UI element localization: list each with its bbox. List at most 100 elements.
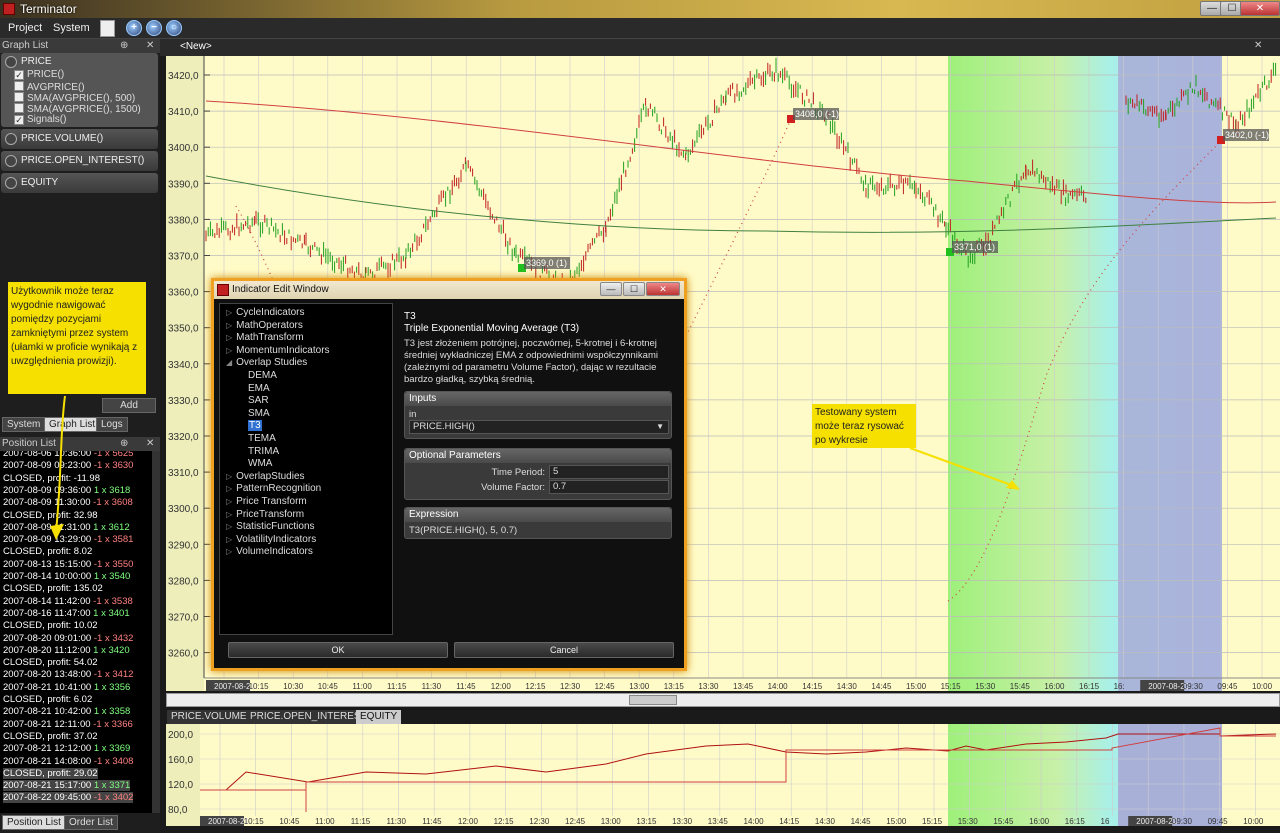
expanded-arrow-icon[interactable]: ◢ bbox=[226, 358, 232, 367]
group-equity[interactable]: EQUITY bbox=[1, 173, 158, 193]
trade-row[interactable]: 2007-08-20 13:48:00 -1 x 3412 bbox=[3, 669, 133, 680]
tree-node[interactable]: ▷ VolumeIndicators bbox=[226, 546, 313, 557]
time-period-field[interactable]: 5 bbox=[549, 465, 669, 479]
tree-node-label: OverlapStudies bbox=[236, 470, 305, 482]
collapsed-arrow-icon[interactable]: ▷ bbox=[226, 484, 232, 493]
tree-node[interactable]: ▷ CycleIndicators bbox=[226, 307, 305, 318]
equity-chart[interactable]: 200,0 160,0 120,0 80,0 2007-08-21 10:15 10:45 1… bbox=[166, 724, 1280, 826]
closed-position-row[interactable]: CLOSED, profit: 54.02 bbox=[3, 657, 98, 668]
tree-node[interactable]: ▷ MomentumIndicators bbox=[226, 345, 330, 356]
expand-icon[interactable] bbox=[5, 177, 17, 189]
collapsed-arrow-icon[interactable]: ▷ bbox=[226, 522, 232, 531]
expand-icon[interactable] bbox=[5, 155, 17, 167]
trade-row[interactable]: 2007-08-14 11:42:00 -1 x 3538 bbox=[3, 596, 133, 607]
tree-node[interactable]: ▷ OverlapStudies bbox=[226, 471, 305, 482]
menu-system[interactable]: System bbox=[53, 22, 90, 34]
collapsed-arrow-icon[interactable]: ▷ bbox=[226, 321, 232, 330]
collapsed-arrow-icon[interactable]: ▷ bbox=[226, 535, 232, 544]
tab-price-volume[interactable]: PRICE.VOLUME() bbox=[167, 710, 258, 724]
tree-node[interactable]: SAR bbox=[248, 395, 269, 406]
collapsed-arrow-icon[interactable]: ▷ bbox=[226, 510, 232, 519]
scrollbar[interactable] bbox=[152, 451, 160, 813]
trade-row[interactable]: 2007-08-21 10:42:00 1 x 3358 bbox=[3, 706, 130, 717]
collapsed-arrow-icon[interactable]: ▷ bbox=[226, 497, 232, 506]
expand-icon[interactable] bbox=[5, 133, 17, 145]
trade-row[interactable]: 2007-08-20 11:12:00 1 x 3420 bbox=[3, 645, 130, 656]
trade-row[interactable]: 2007-08-21 10:41:00 1 x 3356 bbox=[3, 682, 130, 693]
tree-node[interactable]: TRIMA bbox=[248, 446, 279, 457]
volume-factor-field[interactable]: 0.7 bbox=[549, 480, 669, 494]
group-volume[interactable]: PRICE.VOLUME() bbox=[1, 129, 158, 149]
trade-row[interactable]: 2007-08-21 12:12:00 1 x 3369 bbox=[3, 743, 130, 754]
trade-row[interactable]: 2007-08-14 10:00:00 1 x 3540 bbox=[3, 571, 130, 582]
checkbox-icon[interactable] bbox=[14, 103, 24, 113]
pin-icon[interactable]: ⊕ bbox=[120, 437, 128, 451]
close-button[interactable]: ✕ bbox=[1240, 1, 1280, 16]
tree-node[interactable]: ▷ Price Transform bbox=[226, 496, 307, 507]
input-select[interactable]: PRICE.HIGH() ▼ bbox=[409, 420, 669, 434]
tree-node[interactable]: WMA bbox=[248, 458, 272, 469]
cancel-button[interactable]: Cancel bbox=[454, 642, 674, 658]
tree-node[interactable]: ▷ VolatilityIndicators bbox=[226, 534, 316, 545]
close-panel-icon[interactable]: ✕ bbox=[146, 437, 154, 451]
closed-position-row[interactable]: CLOSED, profit: 10.02 bbox=[3, 620, 98, 631]
zoom-out-icon[interactable]: − bbox=[146, 20, 162, 36]
group-open-interest[interactable]: PRICE.OPEN_INTEREST() bbox=[1, 151, 158, 171]
tree-node[interactable]: ▷ PriceTransform bbox=[226, 509, 304, 520]
dialog-maximize-button[interactable]: ☐ bbox=[623, 282, 645, 296]
pin-icon[interactable]: ⊕ bbox=[120, 39, 128, 53]
indicator-tree[interactable]: ▷ CycleIndicators ▷ MathOperators ▷ MathTrans… bbox=[219, 303, 393, 635]
trade-row[interactable]: 2007-08-21 15:17:00 1 x 3371 bbox=[3, 780, 131, 792]
closed-position-row[interactable]: CLOSED, profit: 6.02 bbox=[3, 694, 92, 705]
tree-node[interactable]: EMA bbox=[248, 383, 270, 394]
new-document-icon[interactable] bbox=[100, 20, 115, 37]
trade-row[interactable]: 2007-08-13 15:15:00 -1 x 3550 bbox=[3, 559, 133, 570]
closed-position-row[interactable]: CLOSED, profit: 37.02 bbox=[3, 731, 98, 742]
collapsed-arrow-icon[interactable]: ▷ bbox=[226, 547, 232, 556]
tree-node[interactable]: TEMA bbox=[248, 433, 276, 444]
collapse-icon[interactable] bbox=[5, 56, 17, 68]
closed-position-row[interactable]: CLOSED, profit: 135.02 bbox=[3, 583, 103, 594]
tree-node[interactable]: ▷ MathTransform bbox=[226, 332, 304, 343]
tree-node[interactable]: ▷ PatternRecognition bbox=[226, 483, 321, 494]
trade-row[interactable]: 2007-08-21 14:08:00 -1 x 3408 bbox=[3, 756, 133, 767]
checkbox-icon[interactable] bbox=[14, 81, 24, 91]
close-tab-icon[interactable]: ✕ bbox=[1254, 40, 1262, 51]
zoom-in-icon[interactable]: + bbox=[126, 20, 142, 36]
chart-scrollbar[interactable] bbox=[166, 693, 1280, 707]
ok-button[interactable]: OK bbox=[228, 642, 448, 658]
checkbox-checked-icon[interactable]: ✓ bbox=[14, 70, 24, 80]
tab-order-list[interactable]: Order List bbox=[64, 815, 118, 830]
tree-node[interactable]: T3 bbox=[248, 420, 262, 432]
tab-equity[interactable]: EQUITY bbox=[356, 710, 402, 724]
tree-node[interactable]: SMA bbox=[248, 408, 270, 419]
collapsed-arrow-icon[interactable]: ▷ bbox=[226, 346, 232, 355]
closed-position-row[interactable]: CLOSED, profit: 8.02 bbox=[3, 546, 92, 557]
add-button[interactable]: Add bbox=[102, 398, 156, 413]
tree-node[interactable]: ▷ StatisticFunctions bbox=[226, 521, 315, 532]
graph-item[interactable]: ✓ Signals() bbox=[14, 114, 66, 125]
tree-node[interactable]: ▷ MathOperators bbox=[226, 320, 303, 331]
close-panel-icon[interactable]: ✕ bbox=[146, 39, 154, 53]
tree-node[interactable]: DEMA bbox=[248, 370, 277, 381]
dialog-minimize-button[interactable]: — bbox=[600, 282, 622, 296]
tab-position-list[interactable]: Position List bbox=[2, 815, 66, 830]
closed-position-row[interactable]: CLOSED, profit: 29.02 bbox=[3, 767, 98, 779]
collapsed-arrow-icon[interactable]: ▷ bbox=[226, 308, 232, 317]
trade-row[interactable]: 2007-08-22 09:45:00 -1 x 3402 bbox=[3, 792, 134, 804]
dialog-close-button[interactable]: ✕ bbox=[646, 282, 680, 296]
trade-row[interactable]: 2007-08-20 09:01:00 -1 x 3432 bbox=[3, 633, 133, 644]
graph-item[interactable]: ✓ PRICE() bbox=[14, 69, 64, 80]
tree-node[interactable]: ◢ Overlap Studies bbox=[226, 357, 307, 368]
tab-logs[interactable]: Logs bbox=[96, 417, 128, 432]
collapsed-arrow-icon[interactable]: ▷ bbox=[226, 472, 232, 481]
tab-new-chart[interactable]: <New> bbox=[180, 41, 212, 52]
checkbox-checked-icon[interactable]: ✓ bbox=[14, 115, 24, 125]
menu-project[interactable]: Project bbox=[8, 22, 42, 34]
trade-row[interactable]: 2007-08-16 11:47:00 1 x 3401 bbox=[3, 608, 130, 619]
checkbox-icon[interactable] bbox=[14, 92, 24, 102]
scroll-thumb[interactable] bbox=[629, 695, 677, 705]
zoom-fit-icon[interactable]: ○ bbox=[166, 20, 182, 36]
collapsed-arrow-icon[interactable]: ▷ bbox=[226, 333, 232, 342]
trade-row[interactable]: 2007-08-21 12:11:00 -1 x 3366 bbox=[3, 719, 133, 730]
